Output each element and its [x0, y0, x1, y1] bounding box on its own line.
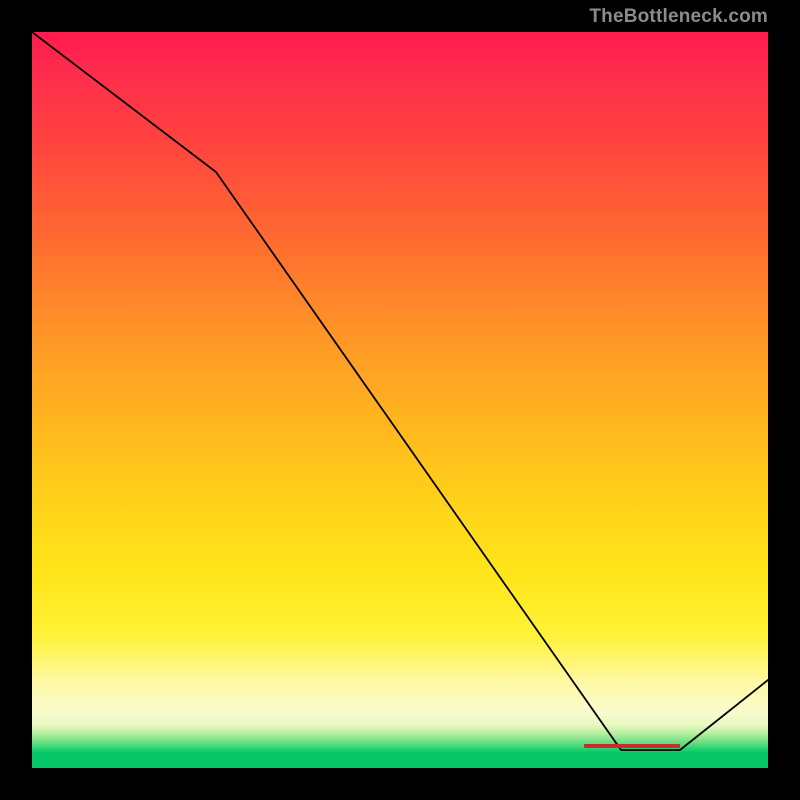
plot-area: [32, 32, 768, 768]
chart-frame: TheBottleneck.com: [0, 0, 800, 800]
watermark-text: TheBottleneck.com: [589, 6, 768, 28]
background-gradient: [32, 32, 768, 768]
min-marker: [584, 744, 680, 748]
